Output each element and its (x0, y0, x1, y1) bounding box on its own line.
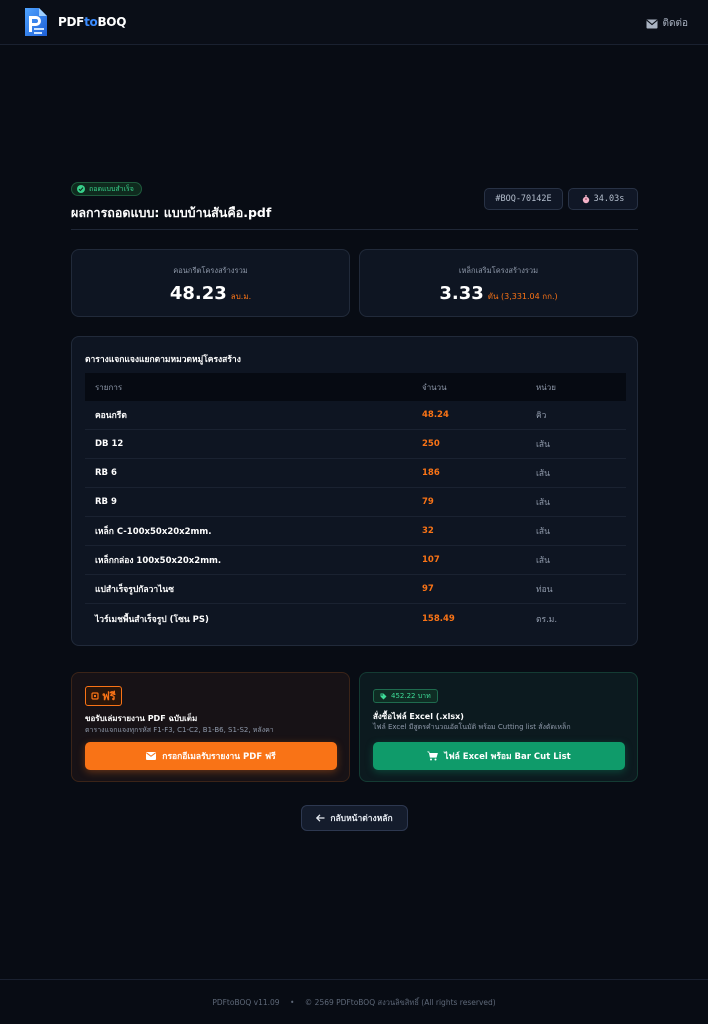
price-text: 452.22 บาท (391, 691, 431, 700)
job-id-chip: #BOQ-70142E (484, 188, 563, 210)
table-row: คอนกรีต 48.24 คิว (85, 401, 626, 430)
concrete-total-unit: ลบ.ม. (230, 292, 252, 301)
table-row: DB 12 250 เส้น (85, 430, 626, 459)
cell-item: ไวร์เมชพื้นสำเร็จรูป (โซน PS) (95, 614, 209, 625)
get-free-pdf-button[interactable]: กรอกอีเมลรับรายงาน PDF ฟรี (85, 742, 337, 770)
free-offer-title: ขอรับเล่มรายงาน PDF ฉบับเต็ม (85, 714, 198, 723)
table-row: แปสำเร็จรูปกัลวาไนซ 97 ท่อน (85, 575, 626, 604)
cell-qty: 97 (422, 584, 434, 594)
tag-icon (380, 693, 387, 699)
cell-item: RB 6 (95, 468, 117, 478)
cell-qty: 32 (422, 526, 434, 536)
status-badge: ถอดแบบสำเร็จ (71, 182, 142, 196)
footer-separator: • (289, 998, 295, 1007)
free-tag: ฟรี (85, 686, 122, 706)
cell-unit: เส้น (536, 440, 550, 450)
steel-total-unit: ตัน (3,331.04 กก.) (487, 292, 558, 301)
cart-icon (427, 751, 439, 761)
cell-unit: เส้น (536, 556, 550, 566)
duration-text: 34.03s (593, 194, 625, 204)
job-id-text: #BOQ-70142E (495, 194, 552, 204)
excel-offer-subtitle: ไฟล์ Excel มีสูตรคำนวณอัตโนมัติ พร้อม Cu… (373, 723, 571, 731)
footer: PDFtoBOQ v11.09 • © 2569 PDFtoBOQ สงวนลิ… (0, 997, 708, 1009)
top-navbar: PDFtoBOQ ติดต่อ (0, 0, 708, 45)
cell-qty: 186 (422, 468, 440, 478)
arrow-left-icon (316, 814, 325, 822)
cell-unit: ท่อน (536, 585, 553, 595)
contact-label: ติดต่อ (662, 18, 689, 29)
cell-item: เหล็ก C-100x50x20x2mm. (95, 527, 212, 537)
footer-copyright: © 2569 PDFtoBOQ สงวนลิขสิทธิ์ (All right… (304, 998, 496, 1007)
page-title: ผลการถอดแบบ: แบบบ้านสันคือ.pdf (71, 205, 272, 220)
price-badge: 452.22 บาท (373, 689, 438, 703)
breakdown-table-card: ตารางแจกแจงแยกตามหมวดหมู่โครงสร้าง รายกา… (71, 336, 638, 646)
column-header-unit: หน่วย (536, 382, 556, 392)
table-header: รายการ จำนวน หน่วย (85, 373, 626, 401)
buy-excel-label: ไฟล์ Excel พร้อม Bar Cut List (444, 752, 571, 762)
cell-qty: 158.49 (422, 613, 455, 624)
cell-item: เหล็กกล่อง 100x50x20x2mm. (95, 556, 222, 566)
timer-icon (582, 194, 589, 203)
brand-name[interactable]: PDFtoBOQ (58, 15, 126, 29)
footer-version: PDFtoBOQ v11.09 (212, 998, 280, 1007)
title-divider (71, 229, 638, 230)
table-row: เหล็ก C-100x50x20x2mm. 32 เส้น (85, 517, 626, 546)
free-offer-subtitle: ตารางแจกแจงทุกรหัส F1-F3, C1-C2, B1-B6, … (85, 726, 274, 734)
cell-unit: เส้น (536, 527, 550, 537)
column-header-qty: จำนวน (422, 382, 447, 392)
status-text: ถอดแบบสำเร็จ (89, 184, 134, 193)
cell-qty: 250 (422, 439, 440, 449)
buy-excel-button[interactable]: ไฟล์ Excel พร้อม Bar Cut List (373, 742, 625, 770)
envelope-icon (645, 19, 658, 28)
cell-unit: เส้น (536, 469, 550, 479)
breakdown-table: รายการ จำนวน หน่วย คอนกรีต 48.24 คิว DB … (85, 373, 626, 633)
duration-chip: 34.03s (568, 188, 638, 210)
table-row: RB 9 79 เส้น (85, 488, 626, 517)
free-report-card: ฟรี ขอรับเล่มรายงาน PDF ฉบับเต็ม ตารางแจ… (71, 672, 350, 782)
concrete-total-value: 48.23 (169, 283, 227, 304)
cell-qty: 107 (422, 555, 440, 565)
table-row: เหล็กกล่อง 100x50x20x2mm. 107 เส้น (85, 546, 626, 575)
steel-total-label: เหล็กเสริมโครงสร้างรวม (458, 266, 539, 275)
steel-total-value: 3.33 (439, 283, 484, 304)
check-circle-icon (77, 185, 85, 193)
cell-item: คอนกรีต (95, 411, 127, 421)
tag-icon (91, 692, 99, 700)
free-tag-text: ฟรี (102, 690, 116, 703)
back-button-label: กลับหน้าต่างหลัก (330, 814, 393, 824)
get-free-pdf-label: กรอกอีเมลรับรายงาน PDF ฟรี (162, 752, 276, 762)
cell-unit: คิว (536, 411, 547, 421)
cell-qty: 48.24 (422, 410, 449, 420)
back-to-home-button[interactable]: กลับหน้าต่างหลัก (301, 805, 408, 831)
cell-unit: เส้น (536, 498, 550, 508)
envelope-icon (146, 752, 157, 760)
cell-unit: ตร.ม. (536, 614, 558, 625)
logo-icon[interactable] (22, 6, 50, 38)
steel-total-card: เหล็กเสริมโครงสร้างรวม 3.33 ตัน (3,331.0… (359, 249, 638, 317)
excel-purchase-card: 452.22 บาท สั่งซื้อไฟล์ Excel (.xlsx) ไฟ… (359, 672, 638, 782)
contact-link[interactable]: ติดต่อ (645, 16, 689, 31)
concrete-total-card: คอนกรีตโครงสร้างรวม 48.23 ลบ.ม. (71, 249, 350, 317)
footer-divider (0, 979, 708, 980)
cell-qty: 79 (422, 497, 434, 507)
column-header-item: รายการ (95, 382, 123, 392)
cell-item: DB 12 (95, 439, 124, 449)
cell-item: แปสำเร็จรูปกัลวาไนซ (95, 585, 175, 595)
cell-item: RB 9 (95, 497, 117, 507)
table-row: RB 6 186 เส้น (85, 459, 626, 488)
table-row: ไวร์เมชพื้นสำเร็จรูป (โซน PS) 158.49 ตร.… (85, 604, 626, 633)
table-title: ตารางแจกแจงแยกตามหมวดหมู่โครงสร้าง (85, 355, 241, 365)
concrete-total-label: คอนกรีตโครงสร้างรวม (173, 266, 248, 275)
